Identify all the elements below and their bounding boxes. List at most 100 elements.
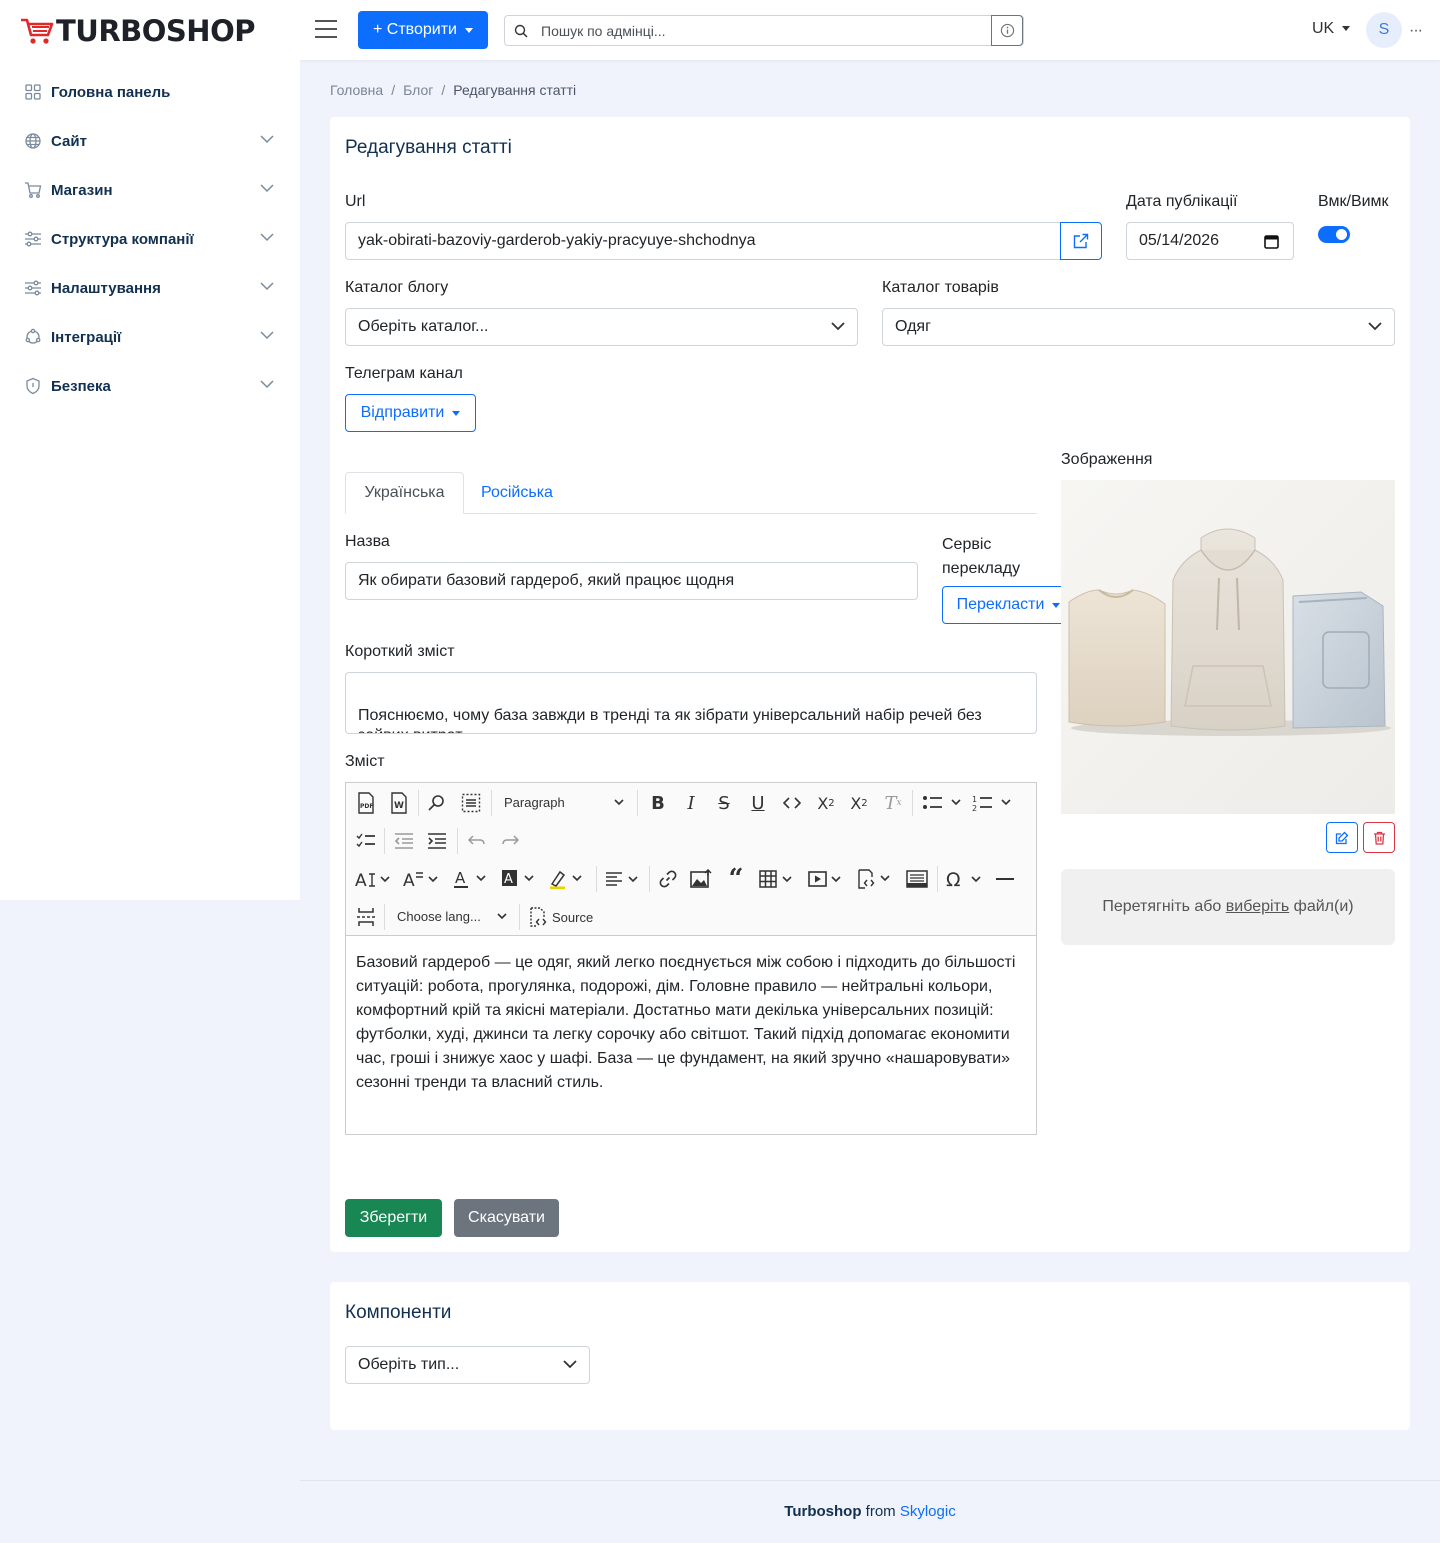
- html-embed-icon[interactable]: [856, 867, 894, 891]
- export-pdf-icon[interactable]: PDF: [354, 791, 378, 815]
- product-catalog-select[interactable]: Одяг: [882, 308, 1395, 346]
- sidebar-item-shop[interactable]: Магазин: [24, 178, 276, 202]
- summary-textarea[interactable]: Пояснюємо, чому база завжди в тренді та …: [345, 672, 1037, 734]
- search-input[interactable]: [541, 16, 991, 45]
- subscript-icon[interactable]: X2: [814, 791, 838, 815]
- file-dropzone[interactable]: Перетягніть або виберіть файл(и): [1061, 869, 1395, 945]
- special-characters-icon[interactable]: Ω: [945, 867, 983, 891]
- component-type-select[interactable]: Оберіть тип...: [345, 1346, 590, 1384]
- select-all-icon[interactable]: [459, 791, 483, 815]
- breadcrumb-blog[interactable]: Блог: [403, 82, 433, 98]
- sliders-icon: [25, 231, 41, 247]
- font-size-icon[interactable]: A: [354, 867, 392, 891]
- sidebar-item-security[interactable]: Безпека: [24, 374, 276, 398]
- settings-sliders-icon: [25, 280, 41, 296]
- summary-label: Короткий зміст: [345, 643, 455, 660]
- tab-russian[interactable]: Російська: [481, 484, 553, 502]
- highlight-icon[interactable]: [548, 867, 586, 891]
- cart-icon: [25, 182, 42, 198]
- export-word-icon[interactable]: W: [387, 791, 411, 815]
- sidebar-item-site[interactable]: Сайт: [24, 129, 276, 153]
- numbered-list-icon[interactable]: 12: [970, 791, 1014, 815]
- svg-text:Ω: Ω: [946, 869, 961, 889]
- more-menu-icon[interactable]: ···: [1409, 22, 1423, 40]
- svg-text:1: 1: [972, 795, 977, 804]
- editor-content[interactable]: Базовий гардероб — це одяг, який легко п…: [356, 951, 1028, 1095]
- open-url-button[interactable]: [1060, 222, 1102, 260]
- alignment-icon[interactable]: [604, 867, 642, 891]
- chevron-down-icon: [260, 233, 274, 242]
- bold-icon[interactable]: B: [646, 791, 670, 815]
- publish-date-input[interactable]: 05/14/2026: [1126, 222, 1294, 260]
- italic-icon[interactable]: I: [679, 791, 703, 815]
- remove-format-icon[interactable]: Tx: [881, 791, 905, 815]
- underline-icon[interactable]: U: [746, 791, 770, 815]
- tab-ukrainian[interactable]: Українська: [345, 472, 464, 514]
- sidebar-item-company[interactable]: Структура компанії: [24, 227, 276, 251]
- edit-image-button[interactable]: [1326, 822, 1358, 853]
- outdent-icon[interactable]: [392, 829, 416, 853]
- language-switcher[interactable]: UK: [1312, 20, 1351, 38]
- code-icon[interactable]: [780, 791, 804, 815]
- blog-catalog-select[interactable]: Оберіть каталог...: [345, 308, 858, 346]
- logo[interactable]: TURBOSHOP: [20, 14, 255, 48]
- horizontal-line-icon[interactable]: [993, 867, 1017, 891]
- undo-icon[interactable]: [465, 829, 489, 853]
- insert-media-icon[interactable]: [807, 867, 845, 891]
- link-icon[interactable]: [656, 867, 680, 891]
- source-label: Source: [552, 909, 594, 925]
- footer-company-link[interactable]: Skylogic: [900, 1503, 956, 1520]
- toolbar-separator: [384, 904, 385, 930]
- superscript-icon[interactable]: X2: [847, 791, 871, 815]
- toolbar-separator: [491, 790, 492, 816]
- background-color-icon[interactable]: A: [500, 867, 538, 891]
- delete-image-button[interactable]: [1363, 822, 1395, 853]
- breadcrumb-home[interactable]: Головна: [330, 82, 383, 98]
- insert-table-icon[interactable]: [758, 867, 796, 891]
- sidebar-item-integrations[interactable]: Інтеграції: [24, 325, 276, 349]
- save-button[interactable]: Зберегти: [345, 1199, 442, 1237]
- chevron-down-icon: [260, 184, 274, 193]
- translate-button[interactable]: Перекласти: [942, 586, 1075, 624]
- todo-list-icon[interactable]: [354, 829, 378, 853]
- info-icon: [1000, 23, 1014, 38]
- integration-icon: [25, 328, 41, 344]
- name-input[interactable]: Як обирати базовий гардероб, який працює…: [345, 562, 918, 600]
- bulleted-list-icon[interactable]: [920, 791, 964, 815]
- search-info-button[interactable]: [991, 15, 1023, 46]
- sidebar-item-dashboard[interactable]: Головна панель: [24, 80, 276, 104]
- trash-icon: [1373, 831, 1385, 845]
- page-break-icon[interactable]: [354, 905, 378, 929]
- avatar[interactable]: S: [1366, 12, 1402, 48]
- dropzone-browse-link[interactable]: виберіть: [1226, 898, 1289, 916]
- font-family-icon[interactable]: A: [402, 867, 440, 891]
- indent-icon[interactable]: [425, 829, 449, 853]
- code-language-dropdown[interactable]: Choose lang...: [397, 909, 507, 924]
- cart-logo-icon: [21, 18, 54, 44]
- sidebar-item-settings[interactable]: Налаштування: [24, 276, 276, 300]
- source-button[interactable]: Source: [528, 907, 593, 927]
- insert-image-icon[interactable]: [689, 867, 713, 891]
- caret-down-icon: [452, 410, 461, 416]
- external-link-icon: [1073, 233, 1089, 249]
- article-image[interactable]: [1061, 480, 1395, 814]
- shield-icon: [26, 377, 40, 395]
- blockquote-icon[interactable]: “: [724, 864, 748, 894]
- cancel-button[interactable]: Скасувати: [454, 1199, 559, 1237]
- source-editing-icon[interactable]: [905, 867, 929, 891]
- redo-icon[interactable]: [498, 829, 522, 853]
- paragraph-dropdown[interactable]: Paragraph: [504, 795, 624, 810]
- blog-catalog-value: Оберіть каталог...: [358, 318, 489, 335]
- font-color-icon[interactable]: A: [452, 867, 490, 891]
- calendar-icon: [1264, 235, 1279, 249]
- breadcrumb-separator: /: [441, 82, 446, 98]
- active-toggle[interactable]: [1318, 226, 1350, 243]
- url-input[interactable]: yak-obirati-bazoviy-garderob-yakiy-pracy…: [345, 222, 1061, 260]
- create-button[interactable]: + Створити: [358, 11, 488, 49]
- menu-toggle-icon[interactable]: [314, 19, 338, 39]
- strikethrough-icon[interactable]: S: [712, 791, 736, 815]
- find-replace-icon[interactable]: [425, 791, 449, 815]
- telegram-send-button[interactable]: Відправити: [345, 394, 476, 432]
- code-language-label: Choose lang...: [397, 909, 481, 924]
- editor-toolbar: PDF W Paragraph B I S U X2 X2 Tx 12 A A …: [346, 783, 1036, 936]
